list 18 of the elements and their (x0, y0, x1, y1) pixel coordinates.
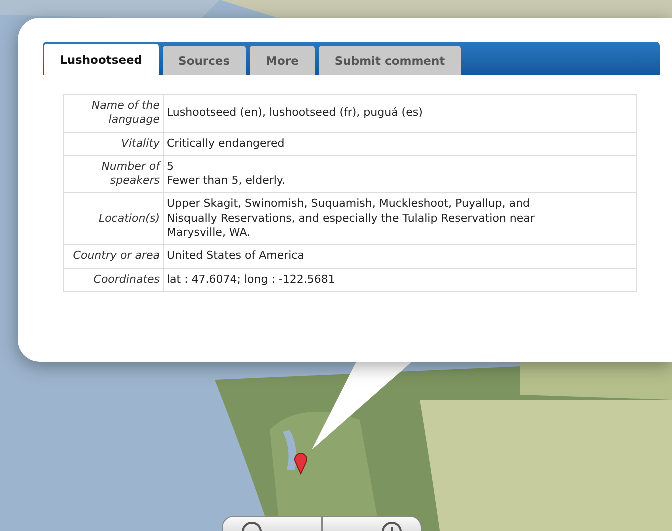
row-value: Upper Skagit, Swinomish, Suquamish, Muckleshoot, Puyallup, and Nisqually Reservations, and especially the Tulalip Reservation near Marysville, WA. (164, 192, 636, 245)
row-label: Name of the language (64, 94, 164, 132)
row-value-line: 5 (167, 160, 175, 174)
map-pin-icon (294, 453, 308, 475)
row-label: Location(s) (64, 192, 164, 245)
tab[interactable]: More (250, 46, 315, 75)
tab[interactable]: Lushootseed (44, 44, 159, 75)
row-value: United States of America (164, 244, 636, 268)
row-label: Country or area (64, 244, 164, 268)
row-label: Number of speakers (64, 155, 164, 193)
row-value-line: Fewer than 5, elderly. (167, 174, 286, 188)
row-value: lat : 47.6074; long : -122.5681 (164, 268, 636, 292)
row-value: Lushootseed (en), lushootseed (fr), puguá (es) (164, 94, 636, 132)
row-label: Vitality (64, 132, 164, 156)
row-value: Critically endangered (164, 132, 636, 156)
tab[interactable]: Submit comment (318, 46, 462, 75)
tab[interactable]: Sources (162, 46, 246, 75)
row-label: Coordinates (64, 268, 164, 292)
